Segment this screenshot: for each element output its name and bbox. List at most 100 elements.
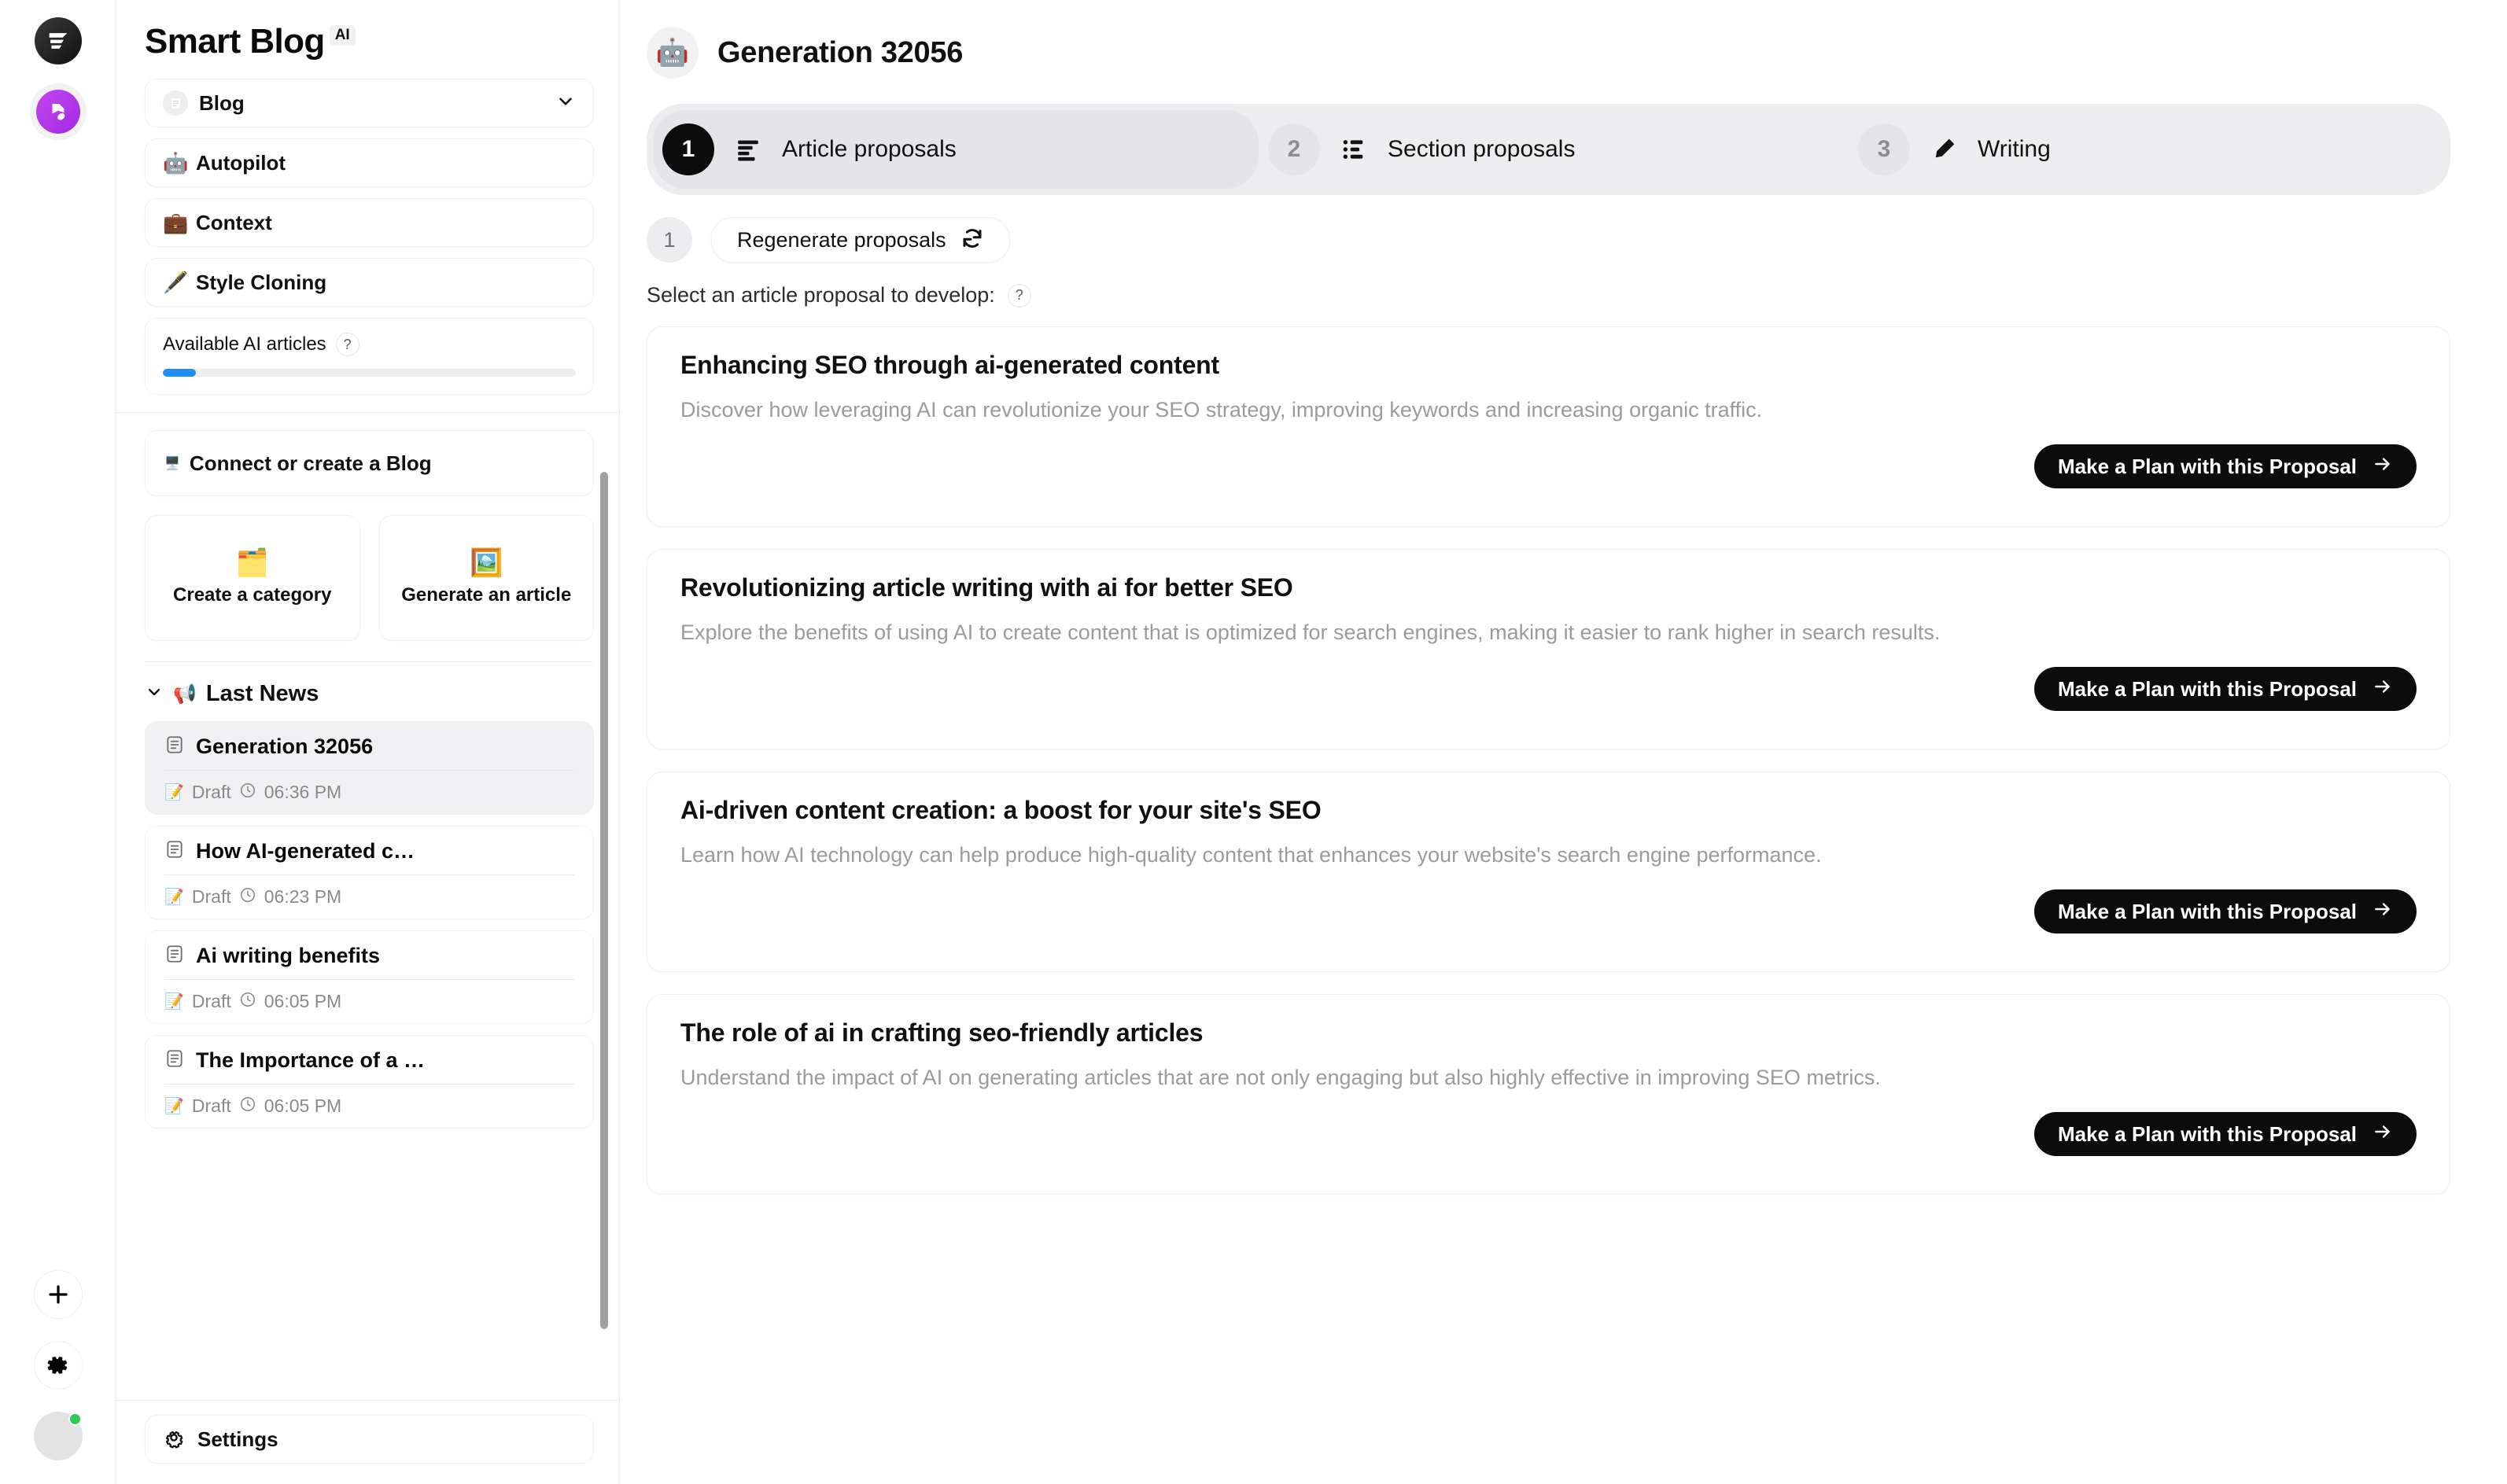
proposal-description: Learn how AI technology can help produce…: [680, 843, 1822, 867]
sidebar-footer: Settings: [116, 1400, 619, 1484]
proposal-actions: Make a Plan with this Proposal: [680, 667, 2417, 712]
generate-article-button[interactable]: 🖼️ Generate an article: [378, 515, 594, 641]
sidebar-item-autopilot[interactable]: 🤖 Autopilot: [145, 138, 594, 187]
make-a-plan-button[interactable]: Make a Plan with this Proposal: [2034, 889, 2417, 934]
cta-label: Make a Plan with this Proposal: [2058, 676, 2357, 701]
proposal-title: The role of ai in crafting seo-friendly …: [680, 1018, 1204, 1047]
news-title-row: The Importance of a …: [164, 1048, 574, 1084]
document-icon: [164, 1048, 185, 1073]
avatar[interactable]: [33, 1412, 83, 1460]
news-title-row: Generation 32056: [164, 735, 574, 770]
settings-label: Settings: [197, 1427, 278, 1451]
page-title: Smart Blog AI: [145, 22, 594, 61]
make-a-plan-button[interactable]: Make a Plan with this Proposal: [2034, 1112, 2417, 1157]
proposal-card[interactable]: Revolutionizing article writing with ai …: [647, 549, 2450, 749]
robot-icon: 🤖: [647, 27, 699, 79]
proposal-title: Ai-driven content creation: a boost for …: [680, 796, 1322, 824]
tile-label: Generate an article: [401, 584, 572, 606]
news-title-row: Ai writing benefits: [164, 944, 574, 979]
sidebar-item-label: Context: [196, 210, 272, 234]
step-number: 1: [662, 123, 714, 175]
select-prompt-row: Select an article proposal to develop: ?: [647, 283, 2450, 307]
devices-icon: 🖥️: [164, 457, 180, 470]
news-time: 06:36 PM: [264, 782, 342, 802]
workspace-switcher[interactable]: [29, 83, 87, 140]
sidebar-scroll-area: 🖥️ Connect or create a Blog 🗂️ Create a …: [116, 413, 619, 1400]
news-title: How AI-generated c…: [196, 839, 415, 863]
draft-icon: 📝: [164, 784, 184, 801]
sidebar-item-blog[interactable]: Blog: [145, 79, 594, 127]
generation-header: 🤖 Generation 32056: [647, 27, 2450, 79]
list-lines-icon: [735, 136, 761, 163]
tab-writing[interactable]: 3 Writing: [1849, 110, 2071, 189]
clock-icon: [239, 1096, 256, 1117]
help-icon[interactable]: ?: [335, 333, 359, 356]
connect-label: Connect or create a Blog: [189, 451, 432, 475]
image-file-icon: 🖼️: [470, 547, 503, 578]
proposal-card[interactable]: Enhancing SEO through ai-generated conte…: [647, 326, 2450, 527]
proposal-card[interactable]: Ai-driven content creation: a boost for …: [647, 771, 2450, 972]
regenerate-step-number: 1: [647, 217, 692, 263]
make-a-plan-button[interactable]: Make a Plan with this Proposal: [2034, 444, 2417, 489]
step-number: 2: [1268, 123, 1320, 175]
tab-article-proposals[interactable]: 1 Article proposals: [653, 110, 1259, 189]
document-icon: [164, 944, 185, 968]
make-a-plan-button[interactable]: Make a Plan with this Proposal: [2034, 667, 2417, 712]
last-news-section-header[interactable]: 📢 Last News: [145, 681, 594, 707]
sidebar: Smart Blog AI Blog 🤖 Autopilot 💼 Context…: [116, 0, 620, 1484]
clock-icon: [239, 782, 256, 803]
quota-progress-track: [163, 369, 576, 377]
tab-label: Section proposals: [1388, 136, 1576, 162]
list-item[interactable]: Generation 32056 📝 Draft 06:36 PM: [145, 721, 594, 815]
sidebar-header: Smart Blog AI Blog 🤖 Autopilot 💼 Context…: [116, 0, 619, 409]
arrow-right-icon: [2372, 899, 2393, 925]
list-item[interactable]: The Importance of a … 📝 Draft 06:05 PM: [145, 1035, 594, 1129]
fountain-pen-icon: 🖋️: [163, 271, 189, 294]
chevron-down-icon[interactable]: [555, 91, 576, 116]
proposal-card[interactable]: The role of ai in crafting seo-friendly …: [647, 994, 2450, 1195]
sidebar-item-label: Autopilot: [196, 150, 286, 175]
clock-icon: [239, 991, 256, 1012]
proposal-title: Enhancing SEO through ai-generated conte…: [680, 351, 1219, 379]
folder-icon: 🗂️: [235, 547, 269, 578]
create-category-button[interactable]: 🗂️ Create a category: [145, 515, 360, 641]
regenerate-proposals-button[interactable]: Regenerate proposals: [711, 217, 1010, 263]
proposal-title: Revolutionizing article writing with ai …: [680, 573, 1293, 602]
news-title: Generation 32056: [196, 735, 374, 758]
news-status: Draft: [191, 886, 231, 907]
sidebar-item-label: Blog: [199, 90, 245, 115]
settings-button[interactable]: Settings: [145, 1415, 594, 1464]
sidebar-item-context[interactable]: 💼 Context: [145, 198, 594, 247]
status-badge: [68, 1412, 82, 1426]
ai-badge: AI: [329, 25, 356, 46]
tab-label: Writing: [1978, 136, 2051, 162]
chevron-down-icon[interactable]: [145, 683, 164, 705]
available-ai-articles-card: Available AI articles ?: [145, 318, 594, 395]
tab-label: Article proposals: [782, 136, 957, 162]
cta-label: Make a Plan with this Proposal: [2058, 454, 2357, 478]
news-meta: 📝 Draft 06:36 PM: [164, 771, 574, 803]
proposal-description: Understand the impact of AI on generatin…: [680, 1066, 1881, 1089]
regenerate-row: 1 Regenerate proposals: [647, 217, 2450, 263]
news-title-row: How AI-generated c…: [164, 839, 574, 875]
step-tabs: 1 Article proposals 2 Section proposals …: [647, 104, 2450, 195]
arrow-right-icon: [2372, 454, 2393, 480]
list-item[interactable]: Ai writing benefits 📝 Draft 06:05 PM: [145, 930, 594, 1024]
proposal-list: Enhancing SEO through ai-generated conte…: [647, 326, 2450, 1195]
sidebar-item-style-cloning[interactable]: 🖋️ Style Cloning: [145, 258, 594, 307]
news-time: 06:05 PM: [264, 991, 342, 1011]
settings-gear-icon[interactable]: [33, 1341, 83, 1390]
connect-or-create-blog-button[interactable]: 🖥️ Connect or create a Blog: [145, 430, 594, 496]
list-bullets-icon: [1340, 136, 1367, 163]
main-content: 🤖 Generation 32056 1 Article proposals 2: [620, 0, 2507, 1484]
list-item[interactable]: How AI-generated c… 📝 Draft 06:23 PM: [145, 826, 594, 919]
section-divider: [145, 661, 594, 662]
add-button[interactable]: [33, 1270, 83, 1319]
arrow-right-icon: [2372, 1121, 2393, 1147]
news-time: 06:23 PM: [264, 886, 342, 907]
help-icon[interactable]: ?: [1007, 283, 1031, 307]
app-logo-icon[interactable]: [34, 17, 82, 64]
cta-label: Make a Plan with this Proposal: [2058, 1121, 2357, 1146]
sidebar-scrollbar[interactable]: [600, 472, 608, 1329]
tab-section-proposals[interactable]: 2 Section proposals: [1259, 110, 1849, 189]
